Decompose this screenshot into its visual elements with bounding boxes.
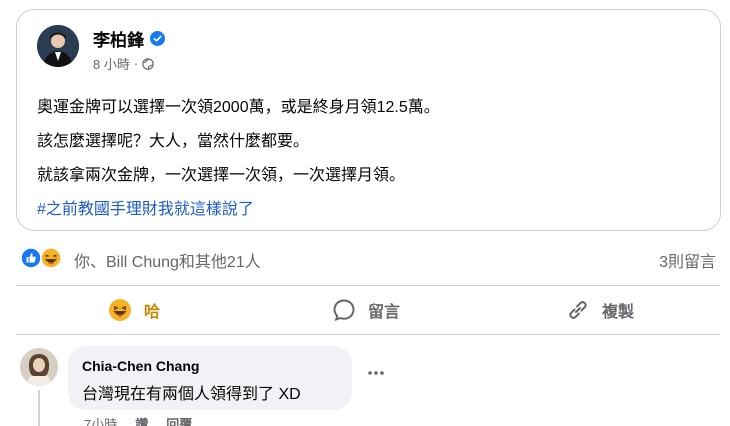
haha-icon	[109, 299, 131, 321]
verified-badge-icon	[150, 31, 165, 46]
post-line-1: 奧運金牌可以選擇一次領2000萬，或是終身月領12.5萬。	[37, 99, 440, 116]
comment-bubble: Chia-Chen Chang 台灣現在有兩個人領得到了 XD	[68, 346, 352, 410]
comment-icon	[333, 299, 355, 322]
haha-label: 哈	[144, 304, 161, 321]
comment-time[interactable]: 7小時	[84, 414, 117, 426]
commenter-name[interactable]: Chia-Chen Chang	[82, 358, 199, 374]
reaction-names[interactable]: 你、Bill Chung和其他21人	[74, 248, 261, 272]
author-name-row: 李柏鋒	[93, 26, 165, 51]
comment-reply-link[interactable]: 回覆	[166, 414, 192, 426]
post-meta: 8 小時 ·	[93, 54, 154, 73]
comment-label: 留言	[368, 304, 401, 321]
post-line-2: 該怎麼選擇呢？大人，當然什麼都要。	[37, 133, 310, 150]
post-hashtag[interactable]: #之前教國手理財我就這樣說了	[37, 195, 254, 219]
divider-top	[16, 285, 720, 286]
post-line-3: 就該拿兩次金牌，一次選擇一次領，一次選擇月領。	[37, 167, 406, 184]
comment-meta: 7小時 讚 回覆	[84, 414, 210, 426]
divider-bottom	[16, 334, 720, 335]
haha-button[interactable]: 哈	[108, 296, 160, 324]
author-avatar[interactable]	[37, 25, 79, 67]
post-card: 李柏鋒 8 小時 · 奧運金牌可以選擇一次領2000萬，或是終身月領12.5萬。…	[16, 9, 721, 231]
meta-dot: ·	[133, 56, 139, 71]
thread-line	[38, 390, 40, 426]
comment-count[interactable]: 3則留言	[659, 248, 716, 272]
more-options-icon[interactable]	[366, 367, 386, 379]
reaction-icons[interactable]	[20, 247, 70, 269]
copy-label: 複製	[602, 304, 635, 321]
haha-reaction-icon	[40, 247, 62, 269]
author-name[interactable]: 李柏鋒	[93, 26, 144, 51]
post-time[interactable]: 8 小時	[93, 54, 130, 73]
like-reaction-icon	[20, 247, 42, 269]
link-icon	[569, 301, 587, 319]
comment-button[interactable]: 留言	[332, 296, 400, 324]
reactions-bar: 你、Bill Chung和其他21人 3則留言	[20, 246, 718, 272]
comment-text: 台灣現在有兩個人領得到了 XD	[82, 386, 301, 403]
copy-button[interactable]: 複製	[566, 296, 634, 324]
commenter-avatar[interactable]	[20, 348, 58, 386]
globe-icon[interactable]	[142, 57, 154, 70]
comment-like-link[interactable]: 讚	[135, 414, 148, 426]
